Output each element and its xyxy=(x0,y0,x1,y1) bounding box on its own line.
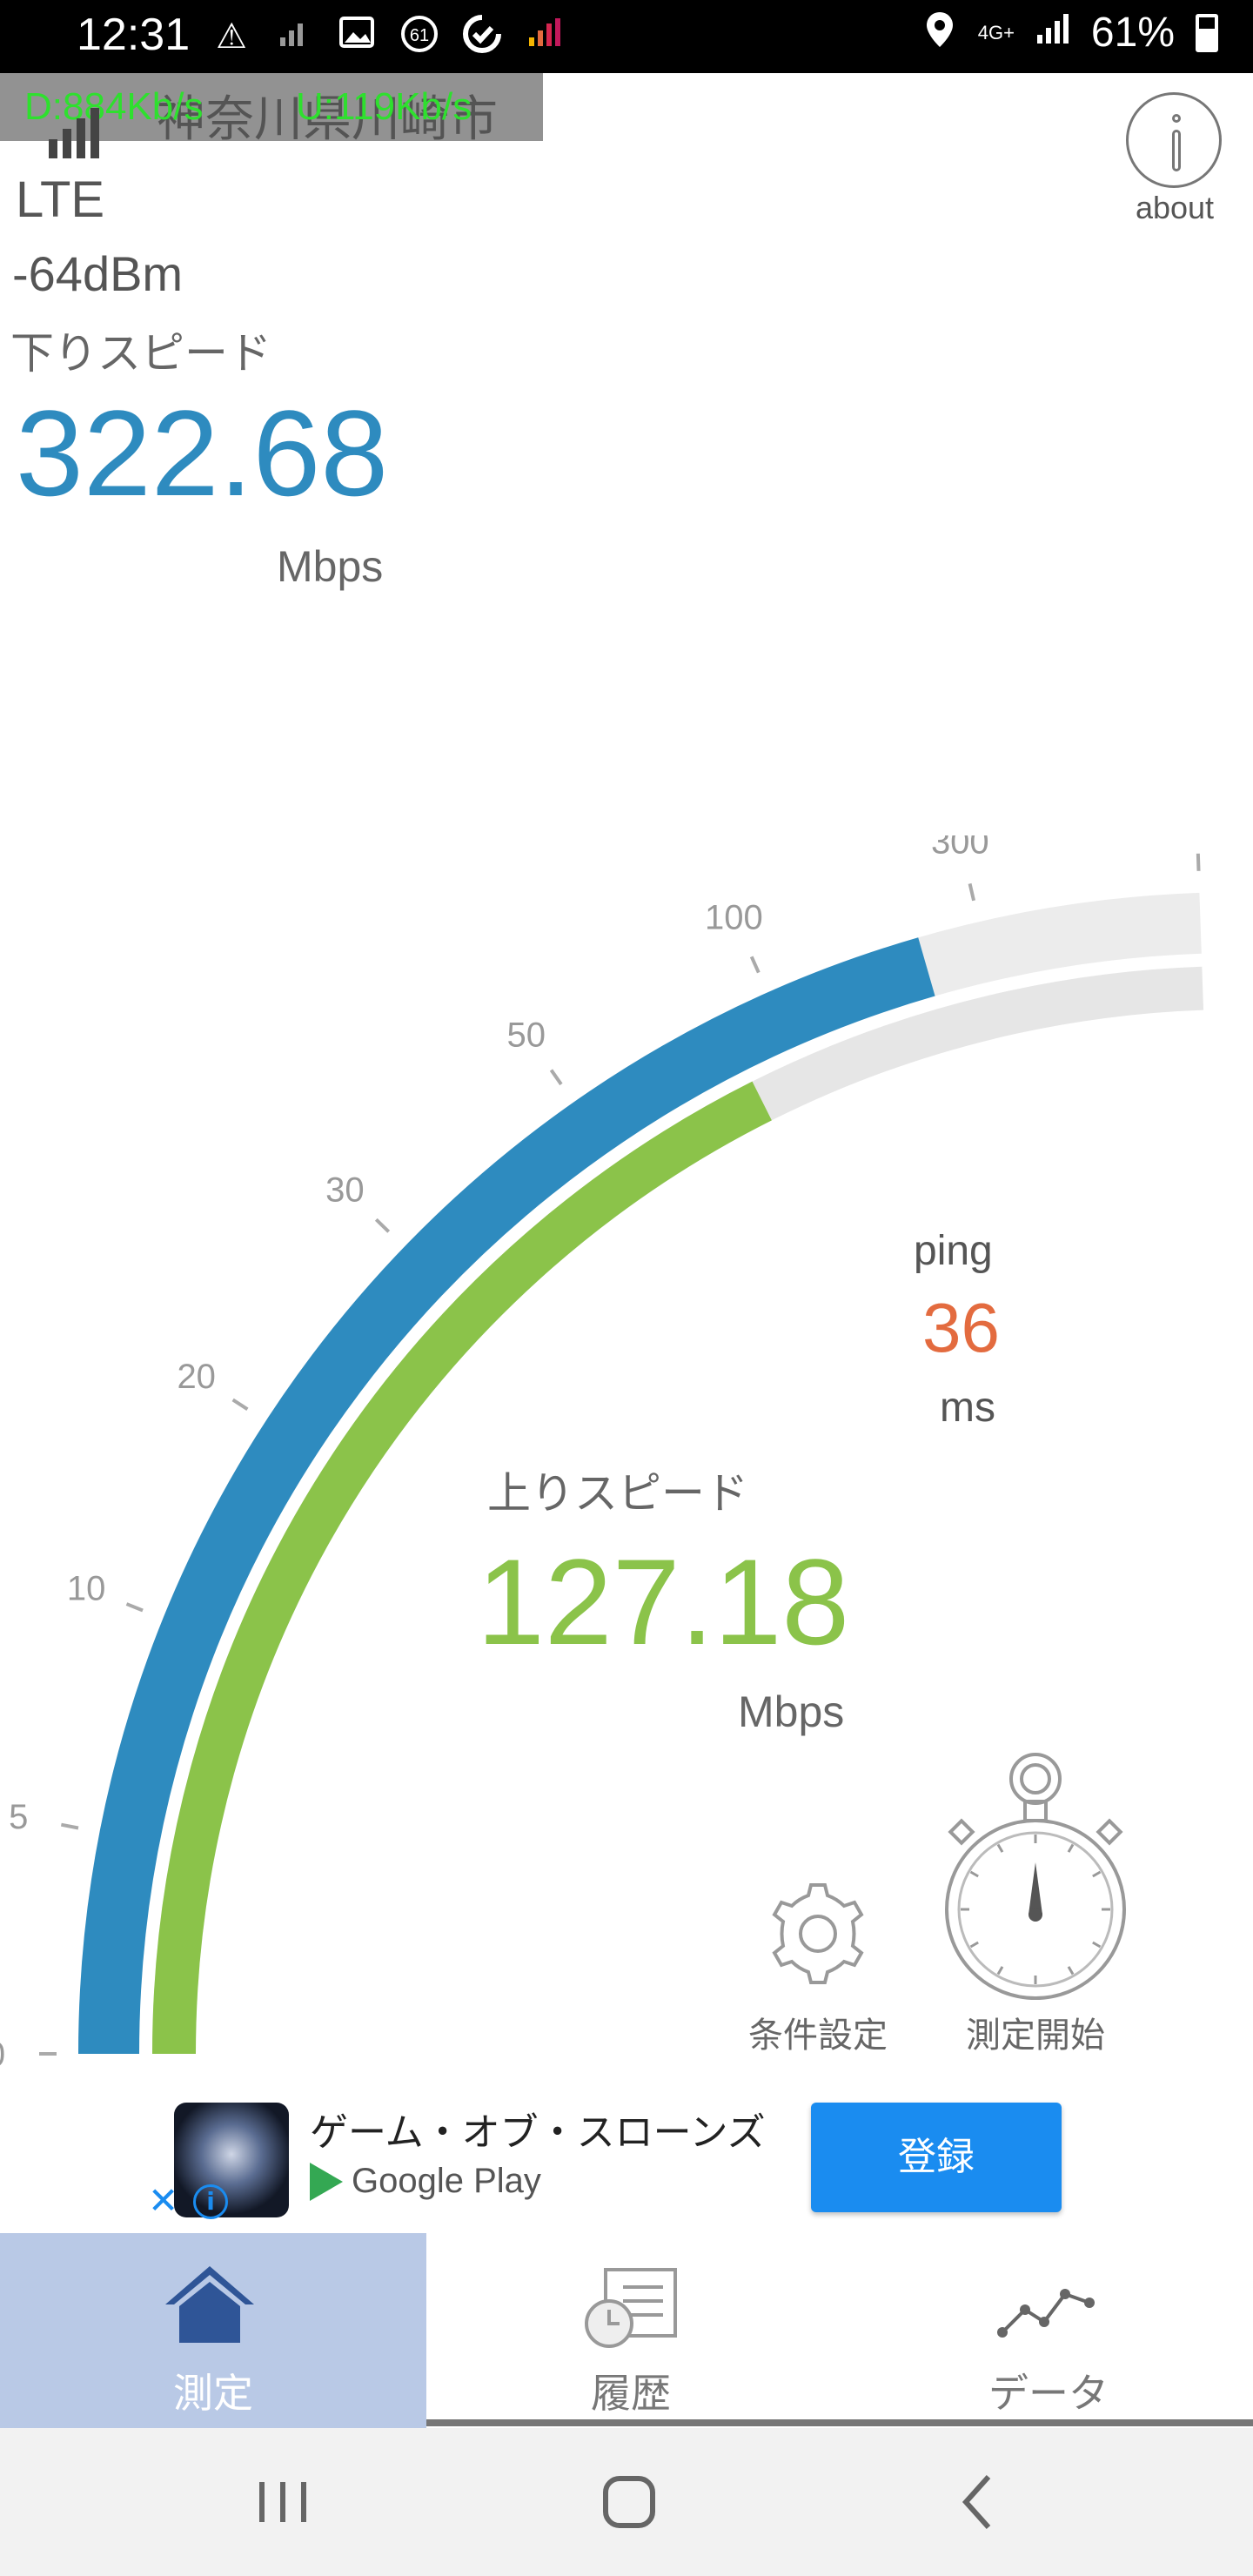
gauge-tick xyxy=(549,1069,563,1086)
location-icon xyxy=(917,10,962,56)
warning-icon: ⚠ xyxy=(216,17,247,57)
tab-history[interactable]: 履歴 xyxy=(418,2233,844,2428)
google-play-text: Google Play xyxy=(352,2162,541,2200)
gauge-tick xyxy=(749,956,761,974)
recent-apps-icon[interactable] xyxy=(244,2463,322,2541)
stopwatch-tick xyxy=(1092,1941,1102,1949)
stopwatch-icon xyxy=(945,1753,1126,2000)
battery-percent: 61% xyxy=(1090,10,1175,56)
start-measurement-button[interactable]: 測定開始 xyxy=(940,1749,1131,2056)
ad-banner[interactable]: ゲーム・オブ・スローンズ Google Play 登録 ✕ i xyxy=(0,2085,1253,2233)
gear-icon xyxy=(772,1883,864,1984)
ad-title[interactable]: ゲーム・オブ・スローンズ xyxy=(310,2101,766,2157)
signal-strength-icon xyxy=(49,108,99,158)
status-icons-right: 4G+ 61% xyxy=(917,9,1218,57)
gauge-tick xyxy=(968,882,976,902)
signal-dbm: -64dBm xyxy=(12,246,184,301)
tab-data-label: データ xyxy=(988,2370,1109,2417)
settings-label: 条件設定 xyxy=(748,2016,888,2056)
gauge-tick-label: 300 xyxy=(931,835,989,862)
stopwatch-tick xyxy=(996,1966,1004,1976)
about-button[interactable] xyxy=(1126,92,1222,188)
chart-icon xyxy=(997,2289,1095,2338)
download-value: 322.68 xyxy=(16,385,389,521)
tab-history-label: 履歴 xyxy=(591,2370,671,2417)
ping-value: 36 xyxy=(922,1289,1000,1366)
ping-label: ping xyxy=(914,1228,993,1274)
tab-data[interactable]: データ xyxy=(835,2233,1253,2428)
tab-measure-label: 測定 xyxy=(173,2370,253,2417)
back-icon[interactable] xyxy=(940,2463,1018,2541)
ad-register-button[interactable]: 登録 xyxy=(811,2103,1062,2212)
gauge-tick xyxy=(60,1822,79,1830)
image-icon xyxy=(334,14,379,59)
upload-value: 127.18 xyxy=(477,1533,850,1670)
network-type-text: 4G+ xyxy=(977,21,1015,44)
download-label: 下りスピード xyxy=(10,328,271,379)
sync-icon xyxy=(459,14,505,59)
upload-unit: Mbps xyxy=(738,1687,845,1736)
gauge-tick-label: 5 xyxy=(9,1798,28,1836)
gauge-tick xyxy=(125,1602,144,1613)
stopwatch-tick xyxy=(1067,1966,1075,1976)
status-time: 12:31 xyxy=(77,10,191,60)
stopwatch-tick xyxy=(969,1941,979,1949)
gauge-tick-label: 10 xyxy=(67,1569,106,1607)
history-icon xyxy=(585,2268,677,2348)
upload-label: 上りスピード xyxy=(487,1468,748,1519)
system-nav-bar xyxy=(0,2428,1253,2576)
google-play-badge: Google Play xyxy=(310,2162,541,2201)
start-label: 測定開始 xyxy=(966,2016,1105,2056)
status-bar: 12:31 ⚠ 61 4G+ 61% xyxy=(0,0,1253,73)
gauge-tick-label: 0 xyxy=(0,2036,5,2071)
gauge-tick xyxy=(231,1398,249,1411)
tab-measure[interactable]: 測定 xyxy=(0,2233,426,2428)
cell-signal-icon xyxy=(1030,10,1075,56)
overlay-upload-rate: U:119Kb/s xyxy=(296,85,472,128)
about-label[interactable]: about xyxy=(1121,190,1229,226)
home-nav-icon[interactable] xyxy=(590,2463,668,2541)
tab-bar-divider xyxy=(426,2419,1253,2426)
gauge-tick-label: 20 xyxy=(177,1358,216,1396)
gauge-tick-label: 100 xyxy=(705,899,763,937)
bottom-tab-bar: 測定 履歴 データ xyxy=(0,2233,1253,2428)
gauge-tick-label: 50 xyxy=(507,1016,546,1055)
gauge-tick xyxy=(374,1218,391,1233)
stopwatch-tick xyxy=(969,1870,979,1878)
status-icons-left: ⚠ 61 xyxy=(209,14,567,59)
signal-color-icon xyxy=(522,14,567,59)
google-play-icon xyxy=(310,2162,343,2201)
home-icon xyxy=(165,2266,254,2343)
info-icon xyxy=(1172,130,1181,171)
network-type: LTE xyxy=(16,171,105,228)
signal-small-icon xyxy=(271,14,317,59)
notification-badge-count: 61 xyxy=(410,26,429,45)
stopwatch-tick xyxy=(1067,1843,1075,1853)
info-icon-dot xyxy=(1172,114,1181,123)
stopwatch-tick xyxy=(996,1843,1004,1853)
ad-info-icon[interactable]: i xyxy=(193,2184,228,2219)
gauge-tick xyxy=(1196,853,1201,871)
battery-icon xyxy=(1196,13,1218,52)
ad-close-icon[interactable]: ✕ xyxy=(148,2183,178,2219)
settings-button[interactable]: 条件設定 xyxy=(740,1880,896,2056)
ping-unit: ms xyxy=(940,1385,995,1431)
download-unit: Mbps xyxy=(277,542,384,591)
ad-thumbnail[interactable] xyxy=(174,2103,289,2217)
notification-badge-icon: 61 xyxy=(397,14,442,59)
stopwatch-tick xyxy=(1092,1870,1102,1878)
gauge-tick-label: 30 xyxy=(325,1171,365,1210)
